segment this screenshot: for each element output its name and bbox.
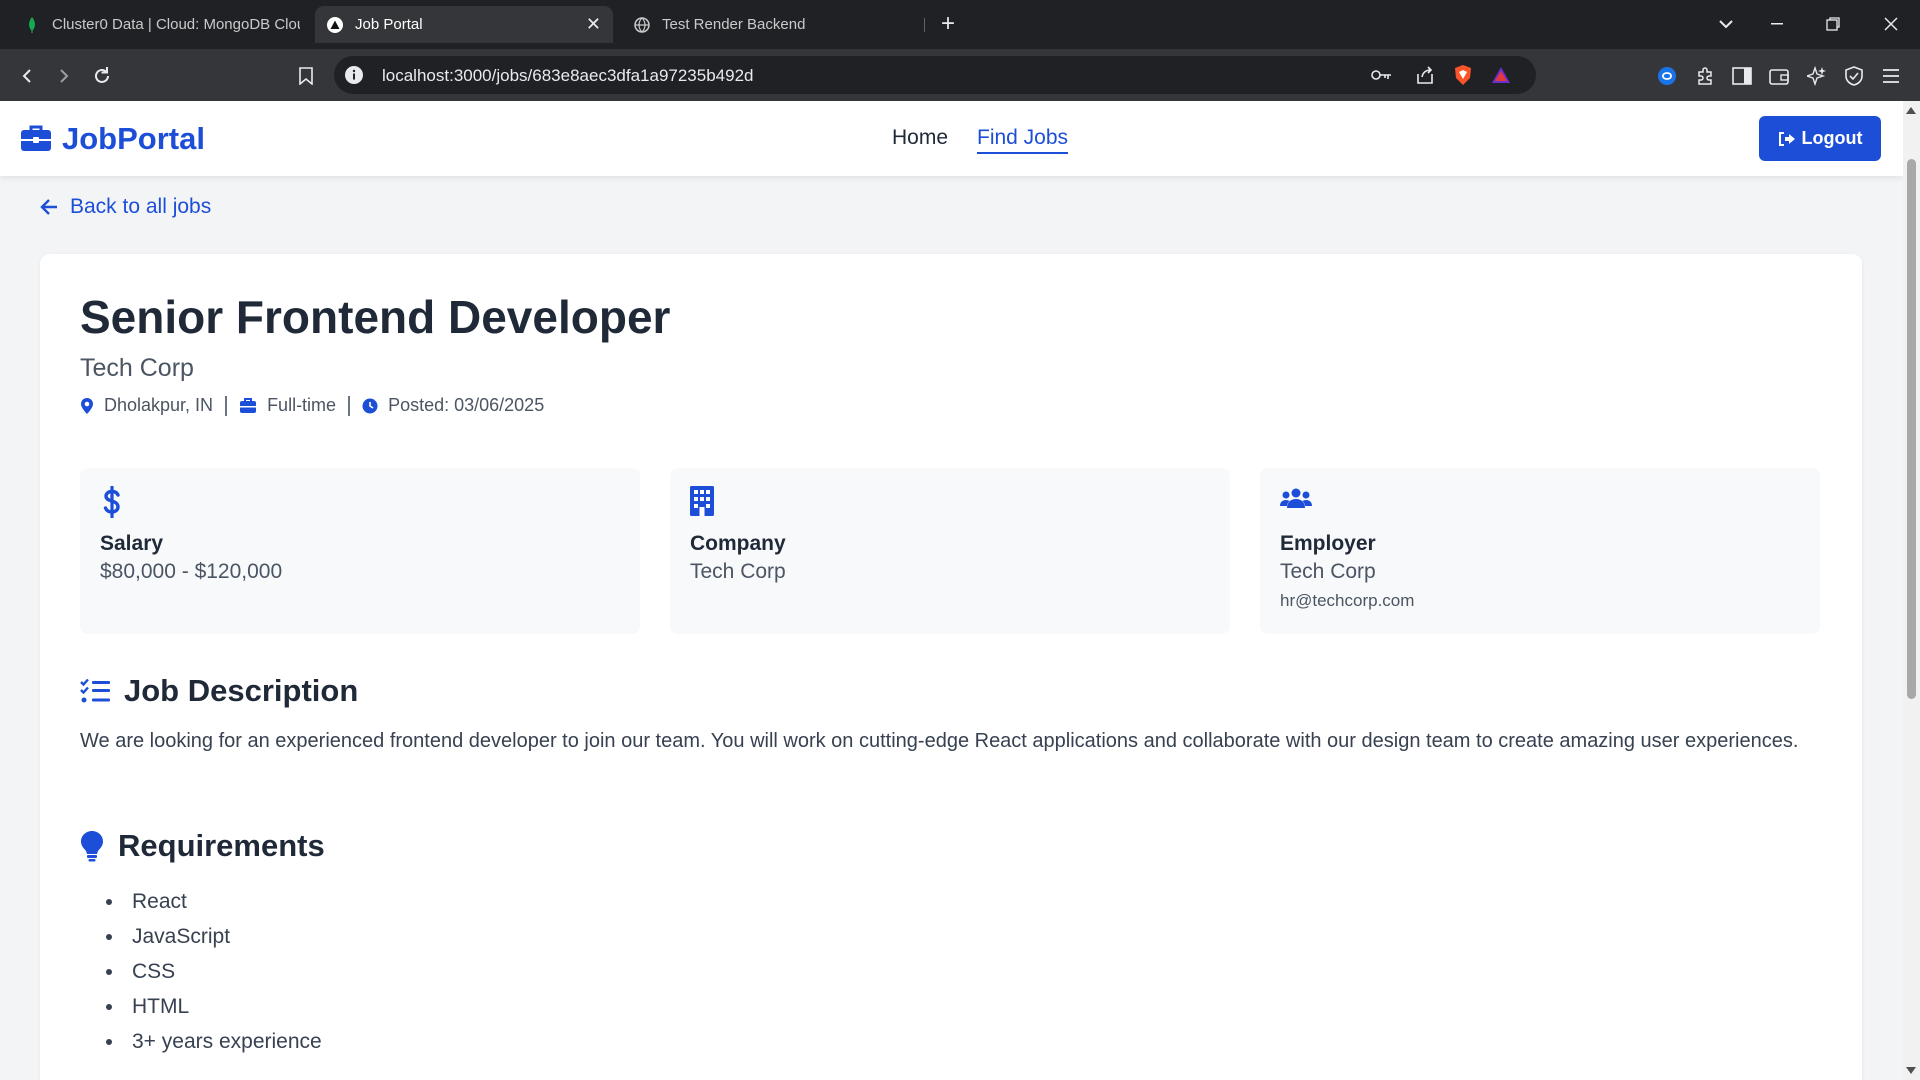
page-scrollbar[interactable] [1903,101,1920,1080]
tab-title: Job Portal [355,16,423,33]
company-card: Company Tech Corp [670,468,1230,634]
tab-test-render[interactable]: Test Render Backend [622,6,922,43]
dollar-icon [100,485,124,523]
clock-icon [362,398,378,413]
section-title: Requirements [118,828,325,863]
employer-email: hr@techcorp.com [1280,591,1415,610]
triangle-app-icon [327,16,343,33]
close-window-icon[interactable] [1876,8,1906,40]
location-text: Dholakpur, IN [104,395,214,415]
address-bar[interactable]: localhost:3000/jobs/683e8aec3dfa1a97235b… [334,56,1536,94]
employer-card: Employer Tech Corp hr@techcorp.com [1260,468,1820,634]
menu-icon[interactable] [1876,61,1906,91]
new-tab-button[interactable]: + [935,10,961,38]
job-details-card: Senior Frontend Developer Tech Corp Dhol… [40,254,1862,1080]
requirements-heading: Requirements [80,828,325,864]
company-value: Tech Corp [690,560,786,583]
vpn-shield-icon[interactable] [1839,61,1869,91]
map-pin-icon [81,397,93,414]
employer-value: Tech Corp [1280,560,1376,583]
tab-search-icon[interactable] [1711,8,1741,40]
extensions-icon[interactable] [1690,61,1720,91]
nav-home-link[interactable]: Home [892,126,948,150]
job-posted: Posted: 03/06/2025 [362,395,544,416]
briefcase-icon [21,125,51,151]
tab-title: Test Render Backend [662,16,806,33]
job-title: Senior Frontend Developer [80,291,671,343]
bookmark-icon[interactable] [291,61,321,91]
close-tab-icon[interactable]: ✕ [586,14,601,35]
job-location: Dholakpur, IN [80,395,213,416]
requirement-item: 3+ years experience [106,1024,322,1059]
globe-icon [634,16,650,33]
tab-title: Cluster0 Data | Cloud: MongoDB Cloud [52,16,300,33]
back-icon[interactable] [12,61,42,91]
job-company: Tech Corp [80,354,194,382]
logout-label: Logout [1801,128,1863,148]
users-icon [1280,486,1312,515]
list-check-icon [80,678,110,703]
tab-job-portal[interactable]: Job Portal ✕ [315,6,613,43]
requirement-item: CSS [106,954,322,989]
arrow-left-icon [40,199,57,215]
back-to-jobs-link[interactable]: Back to all jobs [40,195,211,219]
employer-label: Employer [1280,532,1376,555]
requirements-list: React JavaScript CSS HTML 3+ years exper… [106,884,322,1059]
brand-logo[interactable]: JobPortal [20,121,205,157]
site-info-icon[interactable] [344,65,364,85]
mongodb-leaf-icon [24,16,40,33]
posted-text: Posted: 03/06/2025 [388,395,545,415]
company-label: Company [690,532,786,555]
nav-find-jobs-link[interactable]: Find Jobs [977,126,1069,154]
requirement-item: HTML [106,989,322,1024]
meta-divider [348,395,351,416]
building-icon [690,486,714,521]
brave-rewards-icon[interactable] [1490,64,1512,86]
sign-out-icon [1778,131,1795,146]
leo-ai-icon[interactable] [1802,61,1832,91]
back-link-label: Back to all jobs [70,195,212,218]
restore-icon[interactable] [1818,8,1848,40]
section-title: Job Description [124,673,359,708]
requirement-item: React [106,884,322,919]
browser-toolbar: localhost:3000/jobs/683e8aec3dfa1a97235b… [0,49,1920,101]
brand-name: JobPortal [62,121,205,156]
briefcase-icon [240,397,257,413]
brave-shield-icon[interactable] [1452,64,1474,86]
lightbulb-icon [81,831,103,862]
sidebar-icon[interactable] [1727,61,1757,91]
tab-divider [924,18,925,32]
job-type-text: Full-time [267,395,337,415]
requirement-item: JavaScript [106,919,322,954]
url-text[interactable]: localhost:3000/jobs/683e8aec3dfa1a97235b… [382,66,754,86]
job-type: Full-time [239,395,336,416]
share-icon[interactable] [1414,64,1436,86]
forward-icon[interactable] [49,61,79,91]
wallet-icon[interactable] [1764,61,1794,91]
tab-mongodb[interactable]: Cluster0 Data | Cloud: MongoDB Cloud [12,6,312,43]
job-description-heading: Job Description [80,673,358,709]
key-icon[interactable] [1371,64,1393,86]
meta-divider [225,395,228,416]
scroll-up-arrow-icon[interactable] [1906,107,1916,114]
job-description-text: We are looking for an experienced fronte… [80,730,1799,752]
vpn-extension-icon[interactable] [1652,61,1682,91]
minimize-icon[interactable] [1762,8,1792,40]
salary-label: Salary [100,532,164,555]
page-viewport: JobPortal Home Find Jobs Logout Back to … [0,101,1920,1080]
job-meta: Dholakpur, IN Full-time Posted: 03/06/20… [80,395,544,416]
browser-tab-bar: Cluster0 Data | Cloud: MongoDB Cloud Job… [0,0,1920,49]
scroll-down-arrow-icon[interactable] [1906,1067,1916,1074]
site-navbar: JobPortal Home Find Jobs Logout [0,101,1903,176]
logout-button[interactable]: Logout [1759,116,1881,161]
salary-card: Salary $80,000 - $120,000 [80,468,640,634]
salary-value: $80,000 - $120,000 [100,560,283,583]
reload-icon[interactable] [87,61,117,91]
scroll-thumb[interactable] [1907,159,1916,699]
